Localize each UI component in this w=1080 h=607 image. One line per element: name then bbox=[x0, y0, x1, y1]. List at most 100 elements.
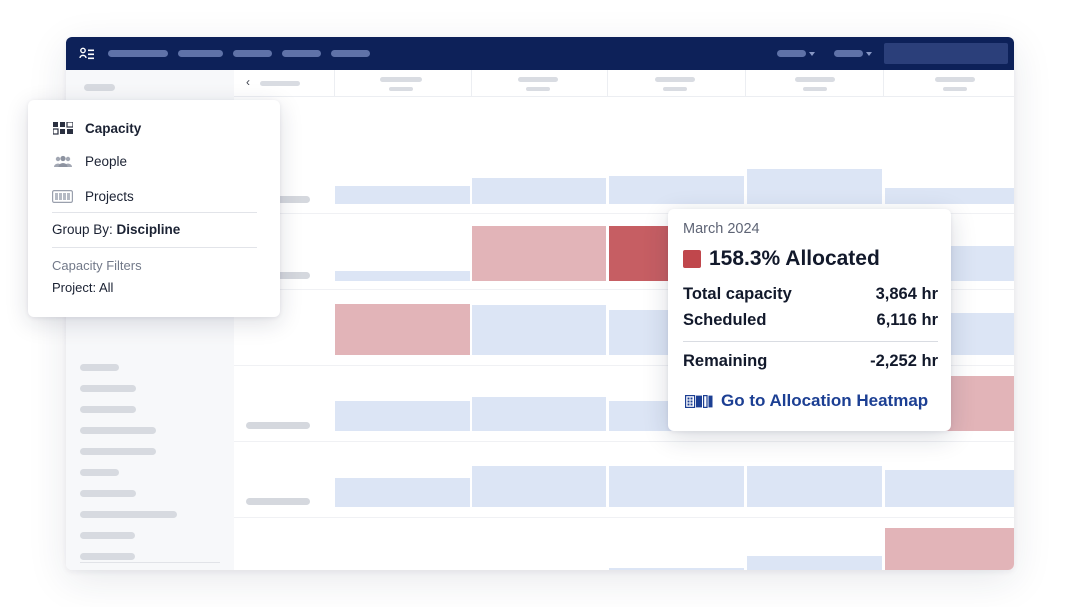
tooltip-divider bbox=[683, 341, 938, 342]
scheduled-row: Scheduled 6,116 hr bbox=[683, 311, 938, 330]
group-by-value: Discipline bbox=[116, 222, 181, 237]
sidebar-item[interactable] bbox=[80, 448, 156, 455]
capacity-cell[interactable] bbox=[472, 466, 606, 507]
header-divider bbox=[334, 70, 335, 96]
remaining-label: Remaining bbox=[683, 352, 768, 370]
projects-icon bbox=[52, 189, 73, 203]
heatmap-icon bbox=[685, 394, 713, 408]
capacity-cell[interactable] bbox=[335, 478, 470, 507]
go-to-heatmap-link[interactable]: Go to Allocation Heatmap bbox=[685, 391, 928, 411]
month-header-5-sub bbox=[943, 87, 967, 91]
nav-link-5[interactable] bbox=[331, 50, 370, 57]
sidebar-title-placeholder bbox=[84, 84, 115, 91]
menu-item-label: Projects bbox=[85, 188, 134, 204]
total-capacity-row: Total capacity 3,864 hr bbox=[683, 285, 938, 304]
row-label bbox=[246, 422, 310, 429]
remaining-value: -2,252 hr bbox=[870, 352, 938, 370]
month-header-2[interactable] bbox=[518, 77, 558, 82]
capacity-cell[interactable] bbox=[747, 466, 882, 507]
sidebar-item[interactable] bbox=[80, 427, 156, 434]
sidebar-item[interactable] bbox=[80, 469, 119, 476]
menu-item-people[interactable]: People bbox=[52, 151, 127, 171]
month-header-5[interactable] bbox=[935, 77, 975, 82]
scheduled-label: Scheduled bbox=[683, 311, 767, 329]
sidebar-item[interactable] bbox=[80, 385, 136, 392]
menu-divider bbox=[52, 247, 257, 248]
sidebar-divider bbox=[80, 562, 220, 563]
capacity-cell[interactable] bbox=[472, 305, 606, 355]
capacity-cell[interactable] bbox=[335, 271, 470, 281]
capacity-cell[interactable] bbox=[609, 176, 744, 204]
capacity-cell[interactable] bbox=[609, 466, 744, 507]
menu-item-label: Capacity bbox=[85, 120, 142, 136]
month-header-1-sub bbox=[389, 87, 413, 91]
sidebar-item[interactable] bbox=[80, 532, 135, 539]
capacity-filters-title: Capacity Filters bbox=[52, 258, 142, 273]
people-list-icon[interactable] bbox=[79, 46, 95, 62]
month-header-3-sub bbox=[663, 87, 687, 91]
nav-link-4[interactable] bbox=[282, 50, 321, 57]
capacity-cell-over[interactable] bbox=[335, 304, 470, 355]
month-header-3[interactable] bbox=[655, 77, 695, 82]
chevron-down-icon bbox=[866, 51, 872, 56]
total-capacity-value: 3,864 hr bbox=[875, 285, 938, 303]
header-divider bbox=[607, 70, 608, 96]
capacity-cell[interactable] bbox=[472, 178, 606, 204]
row-divider bbox=[234, 517, 1014, 518]
capacity-cell[interactable] bbox=[747, 169, 882, 204]
menu-item-projects[interactable]: Projects bbox=[52, 186, 134, 206]
chevron-left-icon[interactable]: ‹ bbox=[246, 76, 250, 88]
capacity-cell[interactable] bbox=[747, 556, 882, 570]
remaining-row: Remaining -2,252 hr bbox=[683, 352, 938, 371]
row-label bbox=[246, 498, 310, 505]
capacity-cell[interactable] bbox=[885, 188, 1014, 204]
capacity-cell[interactable] bbox=[472, 397, 606, 431]
tooltip-month: March 2024 bbox=[683, 221, 760, 237]
nav-dropdown-2[interactable] bbox=[834, 50, 872, 57]
capacity-grid-icon bbox=[52, 121, 73, 135]
scheduled-value: 6,116 hr bbox=[876, 311, 938, 329]
sidebar-item[interactable] bbox=[80, 364, 119, 371]
header-divider bbox=[471, 70, 472, 96]
header-divider bbox=[883, 70, 884, 96]
nav-link-1[interactable] bbox=[108, 50, 168, 57]
nav-dropdown-1[interactable] bbox=[777, 50, 815, 57]
view-menu-popover: Capacity People Projects Group By: Disci… bbox=[28, 100, 280, 317]
header-label bbox=[260, 81, 300, 86]
sidebar-item[interactable] bbox=[80, 511, 177, 518]
month-header-4[interactable] bbox=[795, 77, 835, 82]
capacity-cell[interactable] bbox=[335, 401, 470, 431]
sidebar-item[interactable] bbox=[80, 553, 135, 560]
capacity-cell[interactable] bbox=[335, 186, 470, 204]
allocation-tooltip: March 2024 158.3% Allocated Total capaci… bbox=[668, 209, 951, 431]
allocation-percent: 158.3% Allocated bbox=[683, 247, 880, 271]
sidebar-item[interactable] bbox=[80, 406, 136, 413]
capacity-cell-over[interactable] bbox=[885, 528, 1014, 570]
top-navigation-bar bbox=[66, 37, 1014, 70]
capacity-cell[interactable] bbox=[609, 568, 744, 570]
nav-link-3[interactable] bbox=[233, 50, 272, 57]
over-allocated-swatch bbox=[683, 250, 701, 268]
capacity-cell-over[interactable] bbox=[472, 226, 606, 281]
people-icon bbox=[52, 154, 73, 168]
month-header-4-sub bbox=[803, 87, 827, 91]
month-header-1[interactable] bbox=[380, 77, 422, 82]
chevron-down-icon bbox=[809, 51, 815, 56]
menu-item-label: People bbox=[85, 153, 128, 169]
month-header-2-sub bbox=[526, 87, 550, 91]
search-input[interactable] bbox=[884, 43, 1008, 64]
header-divider bbox=[745, 70, 746, 96]
menu-item-capacity[interactable]: Capacity bbox=[52, 118, 141, 138]
heatmap-link-label: Go to Allocation Heatmap bbox=[721, 391, 929, 410]
row-divider bbox=[234, 441, 1014, 442]
allocation-percent-text: 158.3% Allocated bbox=[709, 247, 880, 270]
group-by-label: Group By: bbox=[52, 222, 113, 237]
group-by-selector[interactable]: Group By: Discipline bbox=[52, 222, 180, 237]
total-capacity-label: Total capacity bbox=[683, 285, 792, 303]
timeline-header: ‹ bbox=[234, 70, 1014, 97]
capacity-cell[interactable] bbox=[885, 470, 1014, 507]
sidebar-item[interactable] bbox=[80, 490, 136, 497]
menu-divider bbox=[52, 212, 257, 213]
nav-link-2[interactable] bbox=[178, 50, 223, 57]
project-filter[interactable]: Project: All bbox=[52, 280, 113, 295]
